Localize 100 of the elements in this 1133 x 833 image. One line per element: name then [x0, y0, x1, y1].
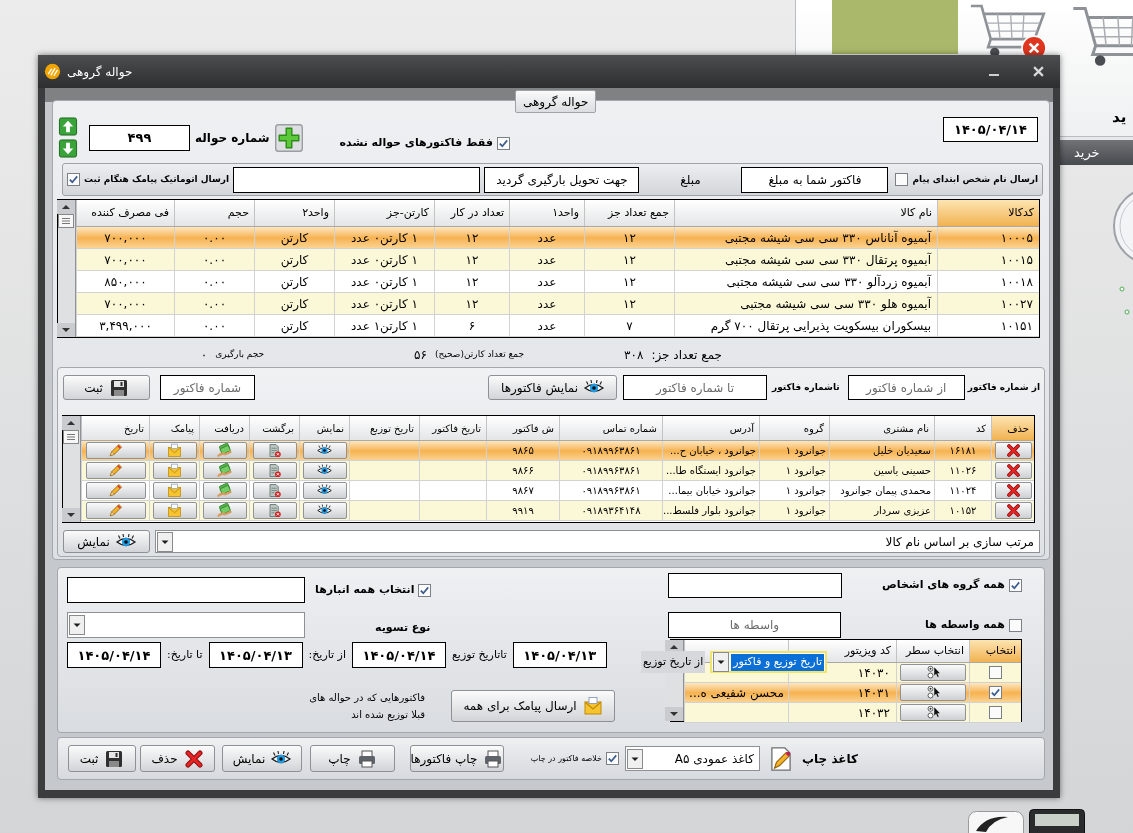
sort-dropdown[interactable]: مرتب سازی بر اساس نام کالا	[155, 530, 1040, 553]
column-header[interactable]: شماره تماس	[559, 416, 662, 440]
sms-button[interactable]	[152, 442, 197, 459]
return-button[interactable]	[252, 482, 297, 499]
delete-button[interactable]	[994, 502, 1032, 519]
column-header[interactable]: انتخاب	[969, 640, 1021, 662]
broker-field[interactable]: واسطه ها	[668, 612, 841, 638]
message-field[interactable]: فاکتور شما به مبلغ	[741, 166, 889, 193]
column-header[interactable]: کارتن-جز	[334, 200, 434, 226]
sms-button[interactable]	[152, 482, 197, 499]
add-icon[interactable]	[274, 123, 303, 152]
print-button[interactable]: چاپ فاکتورها	[410, 745, 504, 772]
column-header[interactable]: انتخاب سطر	[896, 640, 969, 662]
column-header[interactable]: برگشت	[249, 416, 299, 440]
date-field[interactable]: ۱۴۰۵/۰۴/۱۴	[352, 642, 446, 668]
sms-button[interactable]	[152, 502, 197, 519]
checkbox[interactable]	[989, 706, 1002, 719]
receive-button[interactable]	[202, 462, 247, 479]
scroll-up-icon[interactable]	[62, 416, 80, 430]
voucher-number-field[interactable]: ۴۹۹	[89, 124, 190, 151]
column-header[interactable]: نام مشتری	[829, 416, 934, 440]
arrow-up-icon[interactable]	[58, 117, 78, 136]
scroll-up-icon[interactable]	[57, 200, 75, 214]
receive-button[interactable]	[202, 442, 247, 459]
return-button[interactable]	[252, 442, 297, 459]
checkbox[interactable]	[418, 583, 432, 597]
date-button[interactable]	[85, 462, 146, 479]
return-button[interactable]	[252, 462, 297, 479]
paper-dropdown[interactable]: کاغذ عمودی A۵	[625, 746, 760, 771]
view-button[interactable]	[302, 482, 347, 499]
checkbox[interactable]	[895, 173, 909, 186]
checkbox[interactable]	[67, 173, 80, 186]
column-header[interactable]: نمایش	[299, 416, 349, 440]
scrollbar[interactable]	[63, 416, 81, 522]
column-header[interactable]: تاریخ فاکتور	[419, 416, 486, 440]
column-header[interactable]: واحد۲	[254, 200, 334, 226]
group-tab[interactable]: حواله گروهی	[515, 90, 597, 113]
column-header[interactable]: پیامک	[149, 416, 199, 440]
column-header[interactable]: نام کالا	[674, 200, 937, 226]
column-header[interactable]: جمع تعداد جز	[584, 200, 674, 226]
date-button[interactable]	[85, 482, 146, 499]
date-field[interactable]: ۱۴۰۵/۰۴/۱۴	[67, 642, 161, 668]
column-header[interactable]: تعداد در کار	[434, 200, 509, 226]
select-row-button[interactable]	[900, 664, 966, 681]
view-button[interactable]: نمایش	[63, 530, 150, 553]
column-header[interactable]: واحد۱	[509, 200, 584, 226]
view-button[interactable]: نمایش	[222, 745, 302, 772]
column-header[interactable]: حذف	[991, 416, 1034, 440]
invoice-to-field[interactable]: تا شماره فاکتور	[623, 375, 768, 400]
invoice-number-field[interactable]: شماره فاکتور	[160, 375, 255, 400]
checkbox[interactable]	[989, 686, 1002, 699]
settlement-dropdown[interactable]	[67, 612, 305, 638]
sms-button[interactable]	[152, 462, 197, 479]
scroll-down-icon[interactable]	[57, 323, 75, 337]
show-invoices-button[interactable]: نمایش فاکتورها	[488, 375, 618, 400]
checkbox[interactable]	[989, 666, 1002, 679]
column-header[interactable]: گروه	[759, 416, 829, 440]
save-button[interactable]: ثبت	[63, 375, 150, 400]
view-button[interactable]	[302, 502, 347, 519]
checkbox[interactable]	[496, 137, 510, 150]
group-field[interactable]	[668, 573, 842, 598]
invoice-from-field[interactable]: از شماره فاکتور	[847, 375, 965, 400]
scroll-thumb[interactable]	[57, 214, 75, 228]
column-header[interactable]: دریافت	[199, 416, 249, 440]
receive-button[interactable]	[202, 482, 247, 499]
view-button[interactable]	[302, 442, 347, 459]
date-field[interactable]: ۱۴۰۵/۰۴/۱۳	[512, 642, 607, 668]
delete-button[interactable]	[994, 462, 1032, 479]
select-row-button[interactable]	[900, 704, 966, 721]
delete-button[interactable]	[994, 482, 1032, 499]
delete-button[interactable]	[994, 442, 1032, 459]
scroll-down-icon[interactable]	[62, 508, 80, 522]
date-button[interactable]	[85, 442, 146, 459]
date-field[interactable]: ۱۴۰۵/۰۴/۱۴	[943, 117, 1038, 142]
scroll-down-icon[interactable]	[665, 707, 684, 721]
print-button[interactable]: چاپ	[310, 745, 395, 772]
scroll-thumb[interactable]	[62, 430, 80, 444]
column-header[interactable]: آدرس	[662, 416, 759, 440]
delete-button[interactable]: حذف	[140, 745, 215, 772]
scrollbar[interactable]	[58, 200, 76, 337]
receive-button[interactable]	[202, 502, 247, 519]
date-type-dropdown[interactable]: تاریخ توزیع و فاکتور	[710, 651, 828, 673]
column-header[interactable]: کدکالا	[937, 200, 1039, 226]
view-button[interactable]	[302, 462, 347, 479]
save-button[interactable]: ثبت	[68, 745, 136, 772]
message-field[interactable]: جهت تحویل بارگیری گردید	[484, 166, 640, 193]
checkbox[interactable]	[1009, 579, 1022, 592]
message-field[interactable]	[233, 166, 481, 193]
send-sms-button[interactable]: ارسال پیامک برای همه	[451, 690, 615, 722]
column-header[interactable]: کد	[934, 416, 991, 440]
checkbox[interactable]	[1009, 618, 1022, 632]
menu-tab[interactable]: خرید	[1060, 140, 1133, 165]
column-header[interactable]: ش فاکتور	[486, 416, 559, 440]
checkbox[interactable]	[606, 752, 619, 765]
return-button[interactable]	[252, 502, 297, 519]
date-button[interactable]	[85, 502, 146, 519]
warehouse-field[interactable]	[67, 577, 305, 603]
select-row-button[interactable]	[900, 684, 966, 701]
arrow-down-icon[interactable]	[58, 139, 78, 158]
date-field[interactable]: ۱۴۰۵/۰۴/۱۳	[208, 642, 303, 668]
